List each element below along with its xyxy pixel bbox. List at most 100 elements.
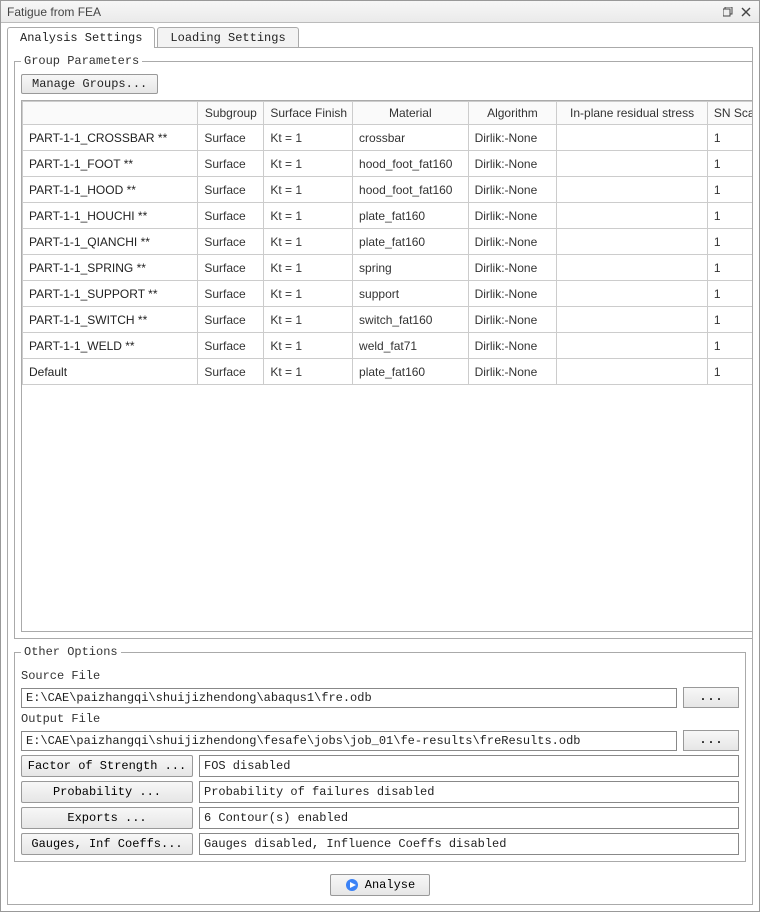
analyse-button[interactable]: Analyse: [330, 874, 430, 896]
cell-material[interactable]: support: [353, 281, 469, 307]
cell-subgroup[interactable]: Surface: [198, 333, 264, 359]
col-header-name[interactable]: [23, 102, 198, 125]
cell-name[interactable]: PART-1-1_SPRING **: [23, 255, 198, 281]
cell-surface-finish[interactable]: Kt = 1: [264, 255, 353, 281]
cell-algorithm[interactable]: Dirlik:-None: [468, 177, 557, 203]
cell-surface-finish[interactable]: Kt = 1: [264, 203, 353, 229]
cell-residual[interactable]: [557, 359, 708, 385]
col-header-snscale[interactable]: SN Scale: [707, 102, 753, 125]
cell-name[interactable]: PART-1-1_HOUCHI **: [23, 203, 198, 229]
cell-snscale[interactable]: 1: [707, 333, 753, 359]
source-file-browse-button[interactable]: ...: [683, 687, 739, 708]
cell-snscale[interactable]: 1: [707, 307, 753, 333]
group-table-scroll[interactable]: Subgroup Surface Finish Material Algorit…: [21, 100, 753, 632]
cell-surface-finish[interactable]: Kt = 1: [264, 151, 353, 177]
table-row[interactable]: DefaultSurfaceKt = 1plate_fat160Dirlik:-…: [23, 359, 754, 385]
table-row[interactable]: PART-1-1_SWITCH **SurfaceKt = 1switch_fa…: [23, 307, 754, 333]
cell-surface-finish[interactable]: Kt = 1: [264, 177, 353, 203]
table-row[interactable]: PART-1-1_SUPPORT **SurfaceKt = 1supportD…: [23, 281, 754, 307]
cell-subgroup[interactable]: Surface: [198, 177, 264, 203]
cell-algorithm[interactable]: Dirlik:-None: [468, 307, 557, 333]
cell-surface-finish[interactable]: Kt = 1: [264, 125, 353, 151]
tab-analysis-settings[interactable]: Analysis Settings: [7, 27, 155, 48]
cell-algorithm[interactable]: Dirlik:-None: [468, 229, 557, 255]
restore-button[interactable]: [719, 4, 737, 20]
cell-subgroup[interactable]: Surface: [198, 229, 264, 255]
cell-residual[interactable]: [557, 281, 708, 307]
cell-material[interactable]: plate_fat160: [353, 359, 469, 385]
cell-material[interactable]: hood_foot_fat160: [353, 177, 469, 203]
table-row[interactable]: PART-1-1_CROSSBAR **SurfaceKt = 1crossba…: [23, 125, 754, 151]
factor-of-strength-button[interactable]: Factor of Strength ...: [21, 755, 193, 777]
cell-snscale[interactable]: 1: [707, 255, 753, 281]
cell-name[interactable]: PART-1-1_SUPPORT **: [23, 281, 198, 307]
table-row[interactable]: PART-1-1_HOOD **SurfaceKt = 1hood_foot_f…: [23, 177, 754, 203]
cell-material[interactable]: weld_fat71: [353, 333, 469, 359]
cell-residual[interactable]: [557, 229, 708, 255]
table-row[interactable]: PART-1-1_WELD **SurfaceKt = 1weld_fat71D…: [23, 333, 754, 359]
cell-subgroup[interactable]: Surface: [198, 203, 264, 229]
cell-subgroup[interactable]: Surface: [198, 151, 264, 177]
cell-surface-finish[interactable]: Kt = 1: [264, 333, 353, 359]
gauges-inf-coeffs-button[interactable]: Gauges, Inf Coeffs...: [21, 833, 193, 855]
cell-subgroup[interactable]: Surface: [198, 359, 264, 385]
cell-algorithm[interactable]: Dirlik:-None: [468, 255, 557, 281]
cell-name[interactable]: PART-1-1_HOOD **: [23, 177, 198, 203]
cell-algorithm[interactable]: Dirlik:-None: [468, 203, 557, 229]
close-button[interactable]: [737, 4, 755, 20]
cell-algorithm[interactable]: Dirlik:-None: [468, 151, 557, 177]
cell-name[interactable]: PART-1-1_QIANCHI **: [23, 229, 198, 255]
cell-name[interactable]: PART-1-1_CROSSBAR **: [23, 125, 198, 151]
output-file-browse-button[interactable]: ...: [683, 730, 739, 751]
cell-snscale[interactable]: 1: [707, 203, 753, 229]
col-header-residual[interactable]: In-plane residual stress: [557, 102, 708, 125]
cell-snscale[interactable]: 1: [707, 151, 753, 177]
cell-residual[interactable]: [557, 333, 708, 359]
exports-button[interactable]: Exports ...: [21, 807, 193, 829]
table-row[interactable]: PART-1-1_QIANCHI **SurfaceKt = 1plate_fa…: [23, 229, 754, 255]
cell-snscale[interactable]: 1: [707, 281, 753, 307]
manage-groups-button[interactable]: Manage Groups...: [21, 74, 158, 94]
cell-name[interactable]: PART-1-1_WELD **: [23, 333, 198, 359]
cell-material[interactable]: switch_fat160: [353, 307, 469, 333]
cell-residual[interactable]: [557, 177, 708, 203]
cell-surface-finish[interactable]: Kt = 1: [264, 307, 353, 333]
output-file-input[interactable]: [21, 731, 677, 751]
cell-name[interactable]: Default: [23, 359, 198, 385]
table-row[interactable]: PART-1-1_FOOT **SurfaceKt = 1hood_foot_f…: [23, 151, 754, 177]
cell-algorithm[interactable]: Dirlik:-None: [468, 359, 557, 385]
cell-residual[interactable]: [557, 307, 708, 333]
col-header-algorithm[interactable]: Algorithm: [468, 102, 557, 125]
cell-algorithm[interactable]: Dirlik:-None: [468, 125, 557, 151]
cell-subgroup[interactable]: Surface: [198, 307, 264, 333]
cell-snscale[interactable]: 1: [707, 177, 753, 203]
tab-loading-settings[interactable]: Loading Settings: [157, 27, 298, 48]
cell-material[interactable]: plate_fat160: [353, 229, 469, 255]
col-header-subgroup[interactable]: Subgroup: [198, 102, 264, 125]
cell-name[interactable]: PART-1-1_SWITCH **: [23, 307, 198, 333]
source-file-input[interactable]: [21, 688, 677, 708]
cell-material[interactable]: crossbar: [353, 125, 469, 151]
cell-residual[interactable]: [557, 151, 708, 177]
table-row[interactable]: PART-1-1_SPRING **SurfaceKt = 1springDir…: [23, 255, 754, 281]
cell-material[interactable]: plate_fat160: [353, 203, 469, 229]
cell-surface-finish[interactable]: Kt = 1: [264, 229, 353, 255]
table-row[interactable]: PART-1-1_HOUCHI **SurfaceKt = 1plate_fat…: [23, 203, 754, 229]
cell-surface-finish[interactable]: Kt = 1: [264, 281, 353, 307]
cell-snscale[interactable]: 1: [707, 229, 753, 255]
cell-subgroup[interactable]: Surface: [198, 125, 264, 151]
cell-snscale[interactable]: 1: [707, 359, 753, 385]
cell-material[interactable]: spring: [353, 255, 469, 281]
cell-name[interactable]: PART-1-1_FOOT **: [23, 151, 198, 177]
cell-algorithm[interactable]: Dirlik:-None: [468, 281, 557, 307]
cell-surface-finish[interactable]: Kt = 1: [264, 359, 353, 385]
cell-subgroup[interactable]: Surface: [198, 255, 264, 281]
probability-button[interactable]: Probability ...: [21, 781, 193, 803]
cell-algorithm[interactable]: Dirlik:-None: [468, 333, 557, 359]
cell-residual[interactable]: [557, 203, 708, 229]
col-header-surface-finish[interactable]: Surface Finish: [264, 102, 353, 125]
cell-snscale[interactable]: 1: [707, 125, 753, 151]
cell-residual[interactable]: [557, 125, 708, 151]
cell-residual[interactable]: [557, 255, 708, 281]
cell-material[interactable]: hood_foot_fat160: [353, 151, 469, 177]
